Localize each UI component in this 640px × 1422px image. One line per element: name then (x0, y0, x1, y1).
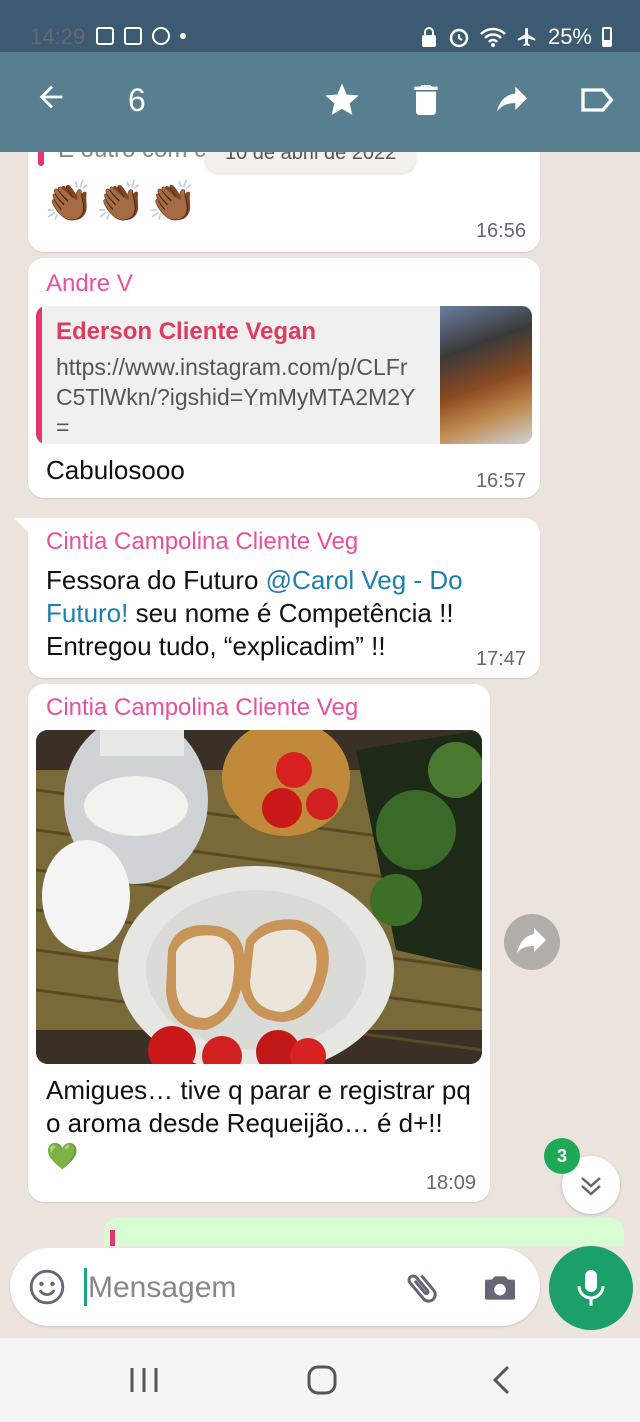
forward-icon[interactable] (492, 80, 532, 120)
quote-title: Ederson Cliente Vegan (56, 318, 317, 345)
status-system-icons: 25% (420, 24, 612, 50)
message-time: 18:09 (425, 1172, 476, 1194)
message-bubble[interactable]: Cintia Campolina Cliente Veg Fessora do … (14, 518, 540, 678)
circle-b-icon (152, 27, 170, 45)
lock-icon (421, 27, 436, 47)
alarm-icon (449, 28, 469, 48)
bubble-tail (14, 518, 30, 534)
quote-url: https://www.instagram.com/p/CLFrC5TlWkn/… (56, 354, 416, 440)
message-text: Cabulosooo (46, 455, 185, 485)
message-time: 16:57 (475, 470, 526, 492)
camera-icon[interactable] (480, 1268, 520, 1308)
food-photo (36, 730, 482, 1064)
message-input[interactable] (88, 1268, 388, 1308)
sender-name: Cintia Campolina Cliente Veg (46, 694, 359, 721)
clap-emojis: 👏🏾👏🏾👏🏾 (44, 180, 200, 224)
wifi-icon (480, 27, 506, 47)
selection-toolbar: 6 (0, 52, 640, 152)
quote-accent-bar (38, 152, 44, 166)
home-icon[interactable] (306, 1364, 338, 1396)
quote-thumbnail (440, 306, 532, 444)
gallery-icon (124, 27, 142, 45)
message-text: Fessora do Futuro @Carol Veg - Do Futuro… (46, 564, 506, 663)
status-notification-icons (96, 27, 186, 45)
message-time: 16:56 (475, 220, 526, 242)
star-icon[interactable] (322, 80, 362, 120)
text-before-mention: Fessora do Futuro (46, 565, 266, 595)
date-chip: 10 de abril de 2022 (205, 152, 417, 173)
paperclip-icon[interactable] (402, 1268, 442, 1308)
airplane-icon (517, 27, 536, 47)
message-text: Amigues… tive q parar e registrar pq o a… (46, 1075, 471, 1171)
notification-b-icon (96, 27, 114, 45)
battery-percent: 25% (547, 24, 592, 49)
emoji-icon[interactable] (28, 1268, 66, 1306)
unread-count-badge: 3 (544, 1138, 580, 1174)
message-bubble[interactable]: Andre V Ederson Cliente Vegan https://ww… (28, 258, 540, 498)
quoted-link-preview[interactable]: Ederson Cliente Vegan https://www.instag… (36, 306, 532, 444)
photo-attachment[interactable] (36, 730, 482, 1064)
recent-apps-icon[interactable] (128, 1366, 160, 1394)
outgoing-message-bubble[interactable] (104, 1218, 624, 1246)
microphone-icon (577, 1270, 605, 1306)
more-notifications-icon (180, 33, 186, 39)
message-bubble[interactable]: Cintia Campolina Cliente Veg Amigues… ti… (28, 684, 490, 1202)
battery-icon (602, 27, 612, 47)
back-arrow-icon[interactable] (34, 80, 68, 114)
quote-partial-text: E outro com c (58, 152, 206, 164)
forward-message-button[interactable] (504, 914, 560, 970)
sender-name: Andre V (46, 270, 133, 297)
status-bar: 14:29 25% (0, 0, 640, 52)
chat-area[interactable]: E outro com c 👏🏾👏🏾👏🏾 16:56 10 de abril d… (0, 152, 640, 1246)
text-cursor (84, 1268, 87, 1306)
voice-message-button[interactable] (549, 1246, 633, 1330)
system-navigation-bar (0, 1338, 640, 1422)
quote-accent-bar (36, 306, 42, 444)
system-back-icon[interactable] (490, 1364, 514, 1396)
label-icon[interactable] (578, 80, 618, 120)
sender-name: Cintia Campolina Cliente Veg (46, 528, 359, 555)
quote-accent-bar (110, 1230, 115, 1246)
message-composer (10, 1248, 540, 1326)
delete-icon[interactable] (406, 80, 446, 120)
message-time: 17:47 (475, 648, 526, 670)
selected-count: 6 (128, 82, 146, 118)
